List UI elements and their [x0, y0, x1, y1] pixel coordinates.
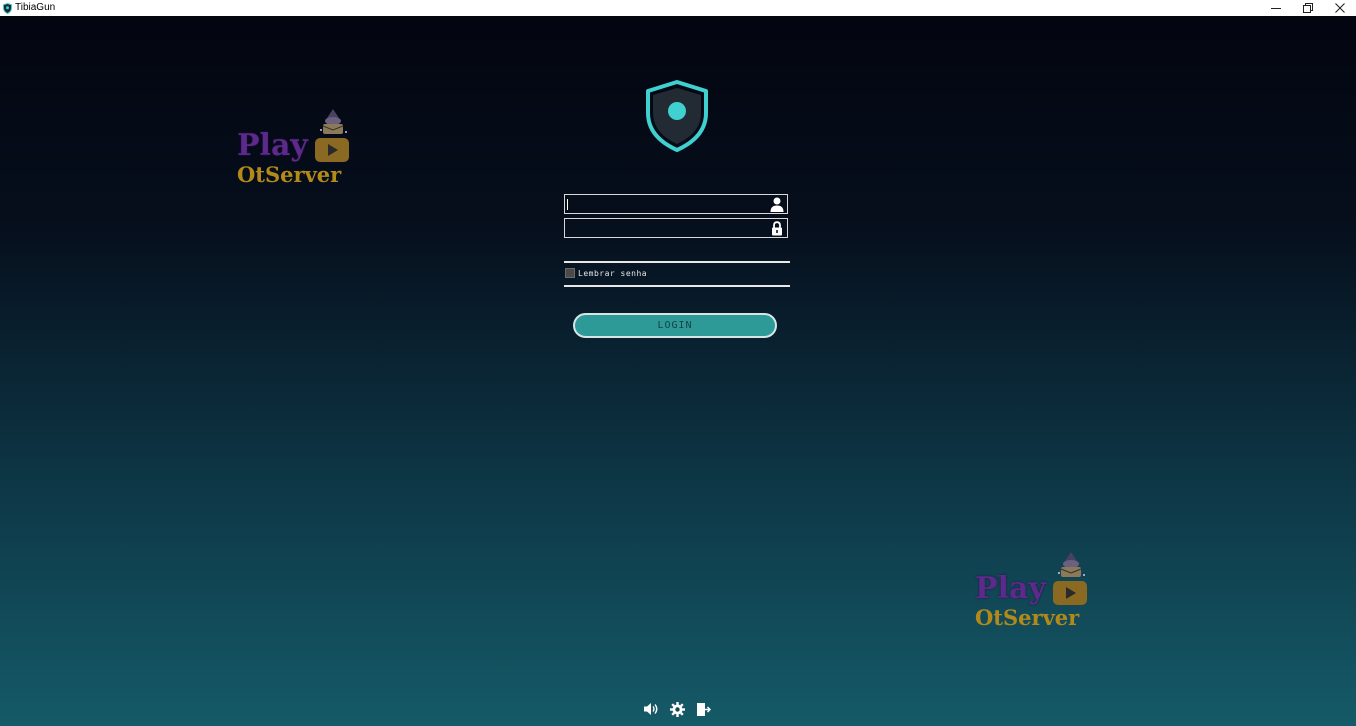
exit-icon	[696, 702, 711, 716]
remember-label: Lembrar senha	[578, 268, 648, 278]
settings-button[interactable]	[668, 700, 686, 718]
wizard-icon	[320, 109, 347, 134]
password-field[interactable]	[564, 218, 788, 238]
shield-icon	[2, 2, 12, 14]
divider-top	[564, 261, 790, 263]
login-button-label: LOGIN	[657, 320, 693, 331]
logo-otserver-text: OtServer	[237, 162, 342, 187]
divider-bottom	[564, 285, 790, 287]
remember-password-row[interactable]: Lembrar senha	[565, 268, 647, 278]
bottom-toolbar	[642, 700, 712, 718]
gear-icon	[669, 701, 685, 717]
play-button-icon	[1053, 581, 1087, 605]
password-input[interactable]	[567, 219, 767, 237]
remember-checkbox[interactable]	[565, 268, 575, 278]
playotserver-logo-bottom: Play OtServer	[975, 551, 1097, 635]
window-controls	[1260, 0, 1356, 16]
close-icon	[1335, 3, 1345, 13]
play-button-icon	[315, 138, 349, 162]
close-button[interactable]	[1324, 0, 1356, 16]
minimize-button[interactable]	[1260, 0, 1292, 16]
speaker-icon	[644, 703, 658, 715]
user-icon	[769, 196, 785, 212]
wizard-icon	[1058, 552, 1085, 577]
window-title: TibiaGun	[15, 2, 56, 13]
app-window: TibiaGun Play OtServer Play OtServer Lem…	[0, 0, 1356, 726]
exit-button[interactable]	[694, 700, 712, 718]
shield-logo-icon	[646, 80, 708, 152]
username-input[interactable]	[567, 195, 767, 213]
text-caret	[567, 199, 568, 210]
sound-button[interactable]	[642, 700, 660, 718]
title-bar: TibiaGun	[0, 0, 1356, 16]
login-button[interactable]: LOGIN	[573, 313, 777, 338]
minimize-icon	[1271, 8, 1281, 9]
logo-play-text: Play	[237, 128, 308, 163]
logo-otserver-text: OtServer	[975, 605, 1080, 630]
restore-icon	[1303, 3, 1313, 13]
lock-icon	[769, 220, 785, 236]
restore-button[interactable]	[1292, 0, 1324, 16]
logo-play-text: Play	[975, 571, 1046, 606]
username-field[interactable]	[564, 194, 788, 214]
playotserver-logo: Play OtServer	[237, 108, 359, 192]
